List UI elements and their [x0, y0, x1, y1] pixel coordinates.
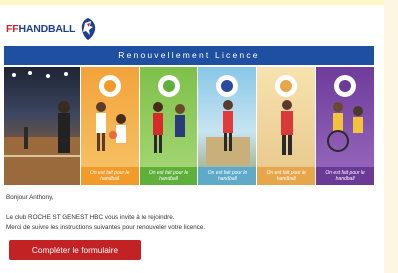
arena-scene: [4, 71, 80, 185]
right-margin: [384, 0, 398, 273]
kids-figures: [95, 102, 126, 151]
logo-ff: FF: [6, 23, 19, 35]
club-badge-icon: [275, 75, 298, 97]
photo-panel-wheelchair: On est fait pour le handball: [316, 67, 375, 185]
club-badge-icon: [216, 75, 239, 97]
panel-tag: On est fait pour le handball: [257, 167, 316, 185]
adult-figure: [281, 100, 294, 155]
photo-panel-outdoor: On est fait pour le handball: [198, 67, 257, 185]
club-badge-icon: [98, 75, 121, 97]
club-badge-icon: [157, 75, 180, 97]
ffhandball-logo: FFHANDBALL: [6, 14, 98, 44]
invite-text: Le club ROCHE ST GENEST HBC vous invite …: [6, 214, 175, 221]
logo-text: FFHANDBALL: [6, 23, 75, 35]
top-highlight-bar: [0, 0, 398, 5]
renewal-banner: Renouvellement Licence: [4, 46, 374, 65]
greeting-text: Bonjour Anthony,: [6, 194, 54, 201]
club-badge-icon: [334, 75, 357, 97]
logo-handball: HANDBALL: [18, 23, 76, 35]
photo-strip: On est fait pour le handball On est fait…: [4, 67, 375, 185]
rooster-emblem-icon: [81, 18, 96, 40]
girls-figures: [152, 102, 185, 153]
photo-panel-arena: [4, 67, 80, 185]
outdoor-figure: [206, 100, 251, 165]
panel-tag: On est fait pour le handball: [80, 167, 139, 185]
panel-tag: On est fait pour le handball: [198, 167, 257, 185]
panel-tag: On est fait pour le handball: [139, 167, 198, 185]
panel-tag: On est fait pour le handball: [316, 167, 375, 185]
wheelchair-figures: [327, 102, 364, 152]
photo-panel-girls: On est fait pour le handball: [139, 67, 198, 185]
instructions-text: Merci de suivre les instructions suivant…: [6, 224, 206, 231]
complete-form-button[interactable]: Compléter le formulaire: [9, 240, 141, 260]
photo-panel-adult: On est fait pour le handball: [257, 67, 316, 185]
photo-panel-kids: On est fait pour le handball: [80, 67, 139, 185]
